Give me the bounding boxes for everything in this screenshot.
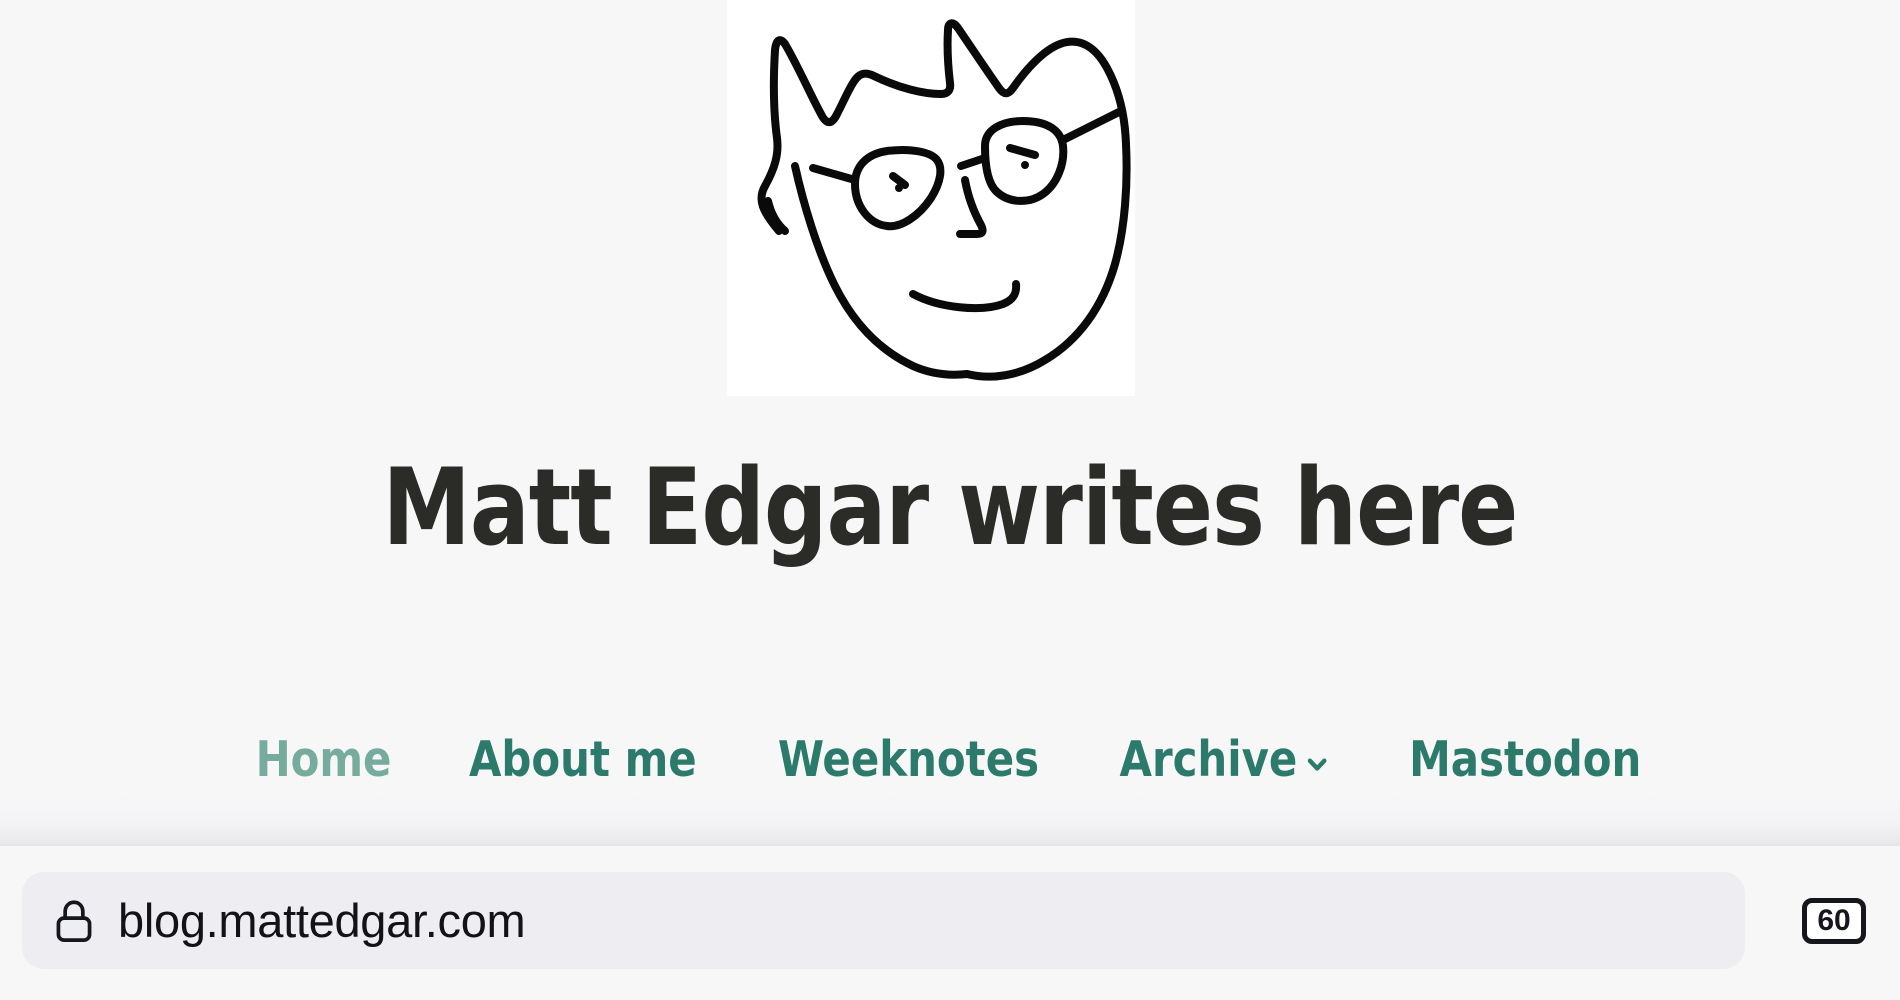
site-avatar-image[interactable] [727,0,1135,396]
page-bottom-fade [0,796,1900,846]
site-title: Matt Edgar writes here [382,446,1519,569]
nav-item-home[interactable]: Home [256,735,392,784]
nav-item-about-me[interactable]: About me [469,735,697,784]
nav-item-label: Mastodon [1409,731,1642,788]
browser-bottom-bar: blog.mattedgar.com 60 [0,846,1900,1000]
nav-item-label: About me [469,731,698,788]
url-bar[interactable]: blog.mattedgar.com [22,872,1745,969]
nav-item-weeknotes[interactable]: Weeknotes [778,735,1039,784]
nav-item-mastodon[interactable]: Mastodon [1409,735,1641,784]
browser-window: Matt Edgar writes here Home About me Wee… [0,0,1900,1000]
nav-item-label: Home [255,731,392,788]
nav-item-label: Archive [1119,731,1298,788]
nav-item-archive[interactable]: Archive [1120,735,1330,784]
lock-icon [52,898,96,944]
primary-navigation: Home About me Weeknotes Archive Mastodon [0,735,1900,784]
page-viewport: Matt Edgar writes here Home About me Wee… [0,0,1900,846]
tab-count-button[interactable]: 60 [1802,898,1866,944]
url-text: blog.mattedgar.com [118,894,526,947]
nav-item-label: Weeknotes [777,731,1040,788]
chevron-down-icon[interactable] [1305,751,1330,777]
